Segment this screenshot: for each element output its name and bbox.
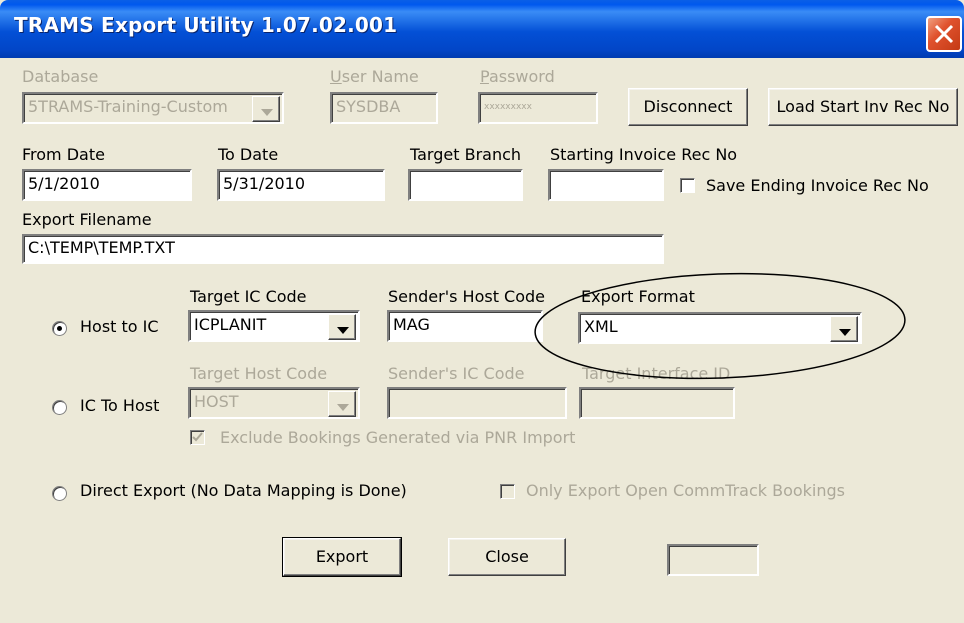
host-to-ic-radio[interactable] <box>52 321 67 336</box>
host-to-ic-label: Host to IC <box>80 317 159 336</box>
close-button[interactable]: Close <box>448 538 566 576</box>
target-branch-label: Target Branch <box>410 145 522 164</box>
save-ending-label: Save Ending Invoice Rec No <box>706 176 929 195</box>
export-filename-label: Export Filename <box>22 210 152 229</box>
load-start-inv-button[interactable]: Load Start Inv Rec No <box>768 88 958 126</box>
direct-export-label: Direct Export (No Data Mapping is Done) <box>80 481 407 500</box>
export-format-value: XML <box>584 317 618 336</box>
radio-selected-dot <box>57 326 62 331</box>
target-host-code-select: HOST <box>188 387 360 419</box>
direct-export-radio[interactable] <box>52 486 67 501</box>
export-button[interactable]: Export <box>282 537 402 577</box>
target-ic-code-value: ICPLANIT <box>194 315 267 334</box>
target-ic-code-select[interactable]: ICPLANIT <box>188 310 360 342</box>
to-date-field[interactable]: 5/31/2010 <box>217 169 385 201</box>
exclude-bookings-checkbox <box>190 430 205 445</box>
chevron-down-icon <box>328 391 356 417</box>
target-interface-id-field <box>579 387 735 419</box>
username-field: SYSDBA <box>330 92 438 124</box>
target-host-code-value: HOST <box>194 392 239 411</box>
target-interface-id-label: Target Interface ID <box>582 364 731 383</box>
senders-ic-code-field <box>387 387 567 419</box>
password-label: Password <box>480 67 555 86</box>
checkmark-icon <box>192 432 203 442</box>
export-format-label: Export Format <box>581 287 695 306</box>
database-label: Database <box>22 67 99 86</box>
save-ending-checkbox[interactable] <box>680 178 695 193</box>
status-field <box>667 544 759 576</box>
from-date-field[interactable]: 5/1/2010 <box>22 169 192 201</box>
export-filename-field[interactable]: C:\TEMP\TEMP.TXT <box>22 234 664 264</box>
senders-ic-code-label: Sender's IC Code <box>388 364 525 383</box>
database-select: 5TRAMS-Training-Custom <box>22 92 284 124</box>
target-branch-field[interactable] <box>408 169 523 201</box>
username-value: SYSDBA <box>336 97 401 116</box>
to-date-label: To Date <box>218 145 279 164</box>
password-value: xxxxxxxxx <box>484 102 532 112</box>
ic-to-host-label: IC To Host <box>80 396 160 415</box>
database-value: 5TRAMS-Training-Custom <box>28 97 228 116</box>
target-ic-code-label: Target IC Code <box>190 287 307 306</box>
from-date-label: From Date <box>22 145 105 164</box>
target-host-code-label: Target Host Code <box>190 364 328 383</box>
close-icon <box>934 24 954 44</box>
senders-host-code-field[interactable]: MAG <box>387 310 543 342</box>
ic-to-host-radio[interactable] <box>52 400 67 415</box>
password-field: xxxxxxxxx <box>478 92 598 124</box>
senders-host-code-label: Sender's Host Code <box>388 287 546 306</box>
chevron-down-icon <box>252 96 280 122</box>
chevron-down-icon[interactable] <box>830 316 858 342</box>
only-open-commtrack-checkbox <box>500 484 515 499</box>
starting-invoice-label: Starting Invoice Rec No <box>550 145 738 164</box>
window-close-button[interactable] <box>926 16 962 52</box>
only-open-commtrack-label: Only Export Open CommTrack Bookings <box>526 481 845 500</box>
username-label: User Name <box>330 67 419 86</box>
disconnect-button[interactable]: Disconnect <box>628 88 748 126</box>
starting-invoice-field[interactable] <box>548 169 664 201</box>
export-format-select[interactable]: XML <box>578 312 862 344</box>
chevron-down-icon[interactable] <box>328 314 356 340</box>
window-title: TRAMS Export Utility 1.07.02.001 <box>14 13 398 37</box>
exclude-bookings-label: Exclude Bookings Generated via PNR Impor… <box>220 428 576 447</box>
